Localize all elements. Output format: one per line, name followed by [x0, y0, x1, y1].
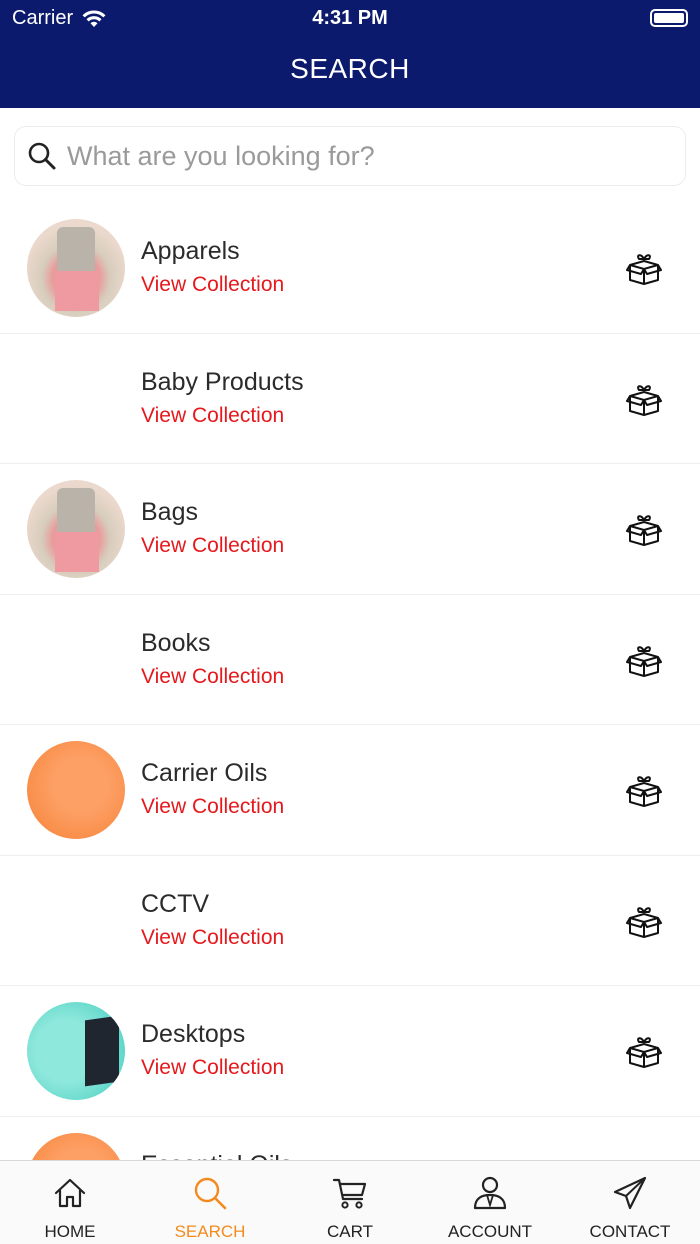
category-name: CCTV [141, 889, 210, 918]
status-bar: Carrier 4:31 PM [0, 0, 700, 38]
tab-label: CONTACT [589, 1222, 671, 1241]
view-collection-link[interactable]: View Collection [141, 404, 284, 428]
list-item[interactable]: Baby Products View Collection [0, 334, 700, 464]
category-thumbnail [27, 1132, 125, 1160]
category-thumbnail [27, 611, 125, 709]
category-thumbnail [27, 219, 125, 317]
category-thumbnail [27, 480, 125, 578]
page-title: SEARCH [290, 53, 410, 84]
category-name: Desktops [141, 1020, 246, 1048]
tab-search[interactable]: SEARCH [140, 1161, 280, 1244]
list-item[interactable]: CCTV View Collection [0, 856, 700, 986]
view-collection-link[interactable]: View Collection [141, 534, 284, 558]
category-name: Baby Products [141, 367, 304, 396]
gift-box-icon[interactable] [626, 906, 662, 938]
tab-label: SEARCH [174, 1222, 246, 1241]
view-collection-link[interactable]: View Collection [141, 665, 284, 689]
category-name: Apparels [141, 237, 240, 265]
category-name: Bags [141, 498, 198, 526]
status-time: 4:31 PM [312, 7, 388, 29]
tab-label: CART [327, 1222, 373, 1241]
category-name: Carrier Oils [141, 759, 268, 787]
search-bar[interactable] [14, 126, 686, 186]
list-item[interactable]: Essential OilsView Collection [0, 1117, 700, 1161]
tab-label: ACCOUNT [447, 1222, 533, 1241]
tab-home[interactable]: HOME [0, 1161, 140, 1244]
category-thumbnail [27, 1002, 125, 1100]
gift-box-icon[interactable] [626, 1036, 662, 1068]
gift-box-icon[interactable] [626, 514, 662, 546]
list-item[interactable]: Books View Collection [0, 595, 700, 725]
view-collection-link[interactable]: View Collection [141, 926, 284, 950]
tab-contact[interactable]: CONTACT [560, 1161, 700, 1244]
bottom-tab-bar: HOME SEARCH CART ACCOUNT CONTACT [0, 1160, 700, 1244]
battery-icon [650, 9, 688, 27]
tab-cart[interactable]: CART [280, 1161, 420, 1244]
view-collection-link[interactable]: View Collection [141, 273, 284, 297]
list-item[interactable]: Carrier Oils View Collection [0, 725, 700, 856]
category-thumbnail [27, 872, 125, 970]
search-icon [28, 142, 56, 170]
view-collection-link[interactable]: View Collection [141, 795, 284, 819]
list-item[interactable]: Bags View Collection [0, 464, 700, 595]
list-item[interactable]: Desktops View Collection [0, 986, 700, 1117]
category-name: Essential Oils [141, 1151, 292, 1161]
view-collection-link[interactable]: View Collection [141, 1056, 284, 1080]
category-list: Apparels View Collection Baby Products View… [0, 203, 700, 1160]
category-thumbnail [27, 350, 125, 448]
search-input[interactable] [67, 140, 667, 172]
category-thumbnail [27, 741, 125, 839]
gift-box-icon[interactable] [626, 253, 662, 285]
tab-account[interactable]: ACCOUNT [420, 1161, 560, 1244]
gift-box-icon[interactable] [626, 384, 662, 416]
tab-label: HOME [44, 1222, 96, 1241]
category-name: Books [141, 628, 211, 657]
list-item[interactable]: Apparels View Collection [0, 203, 700, 334]
gift-box-icon[interactable] [626, 645, 662, 677]
gift-box-icon[interactable] [626, 775, 662, 807]
app-header: Carrier 4:31 PM SEARCH [0, 0, 700, 108]
